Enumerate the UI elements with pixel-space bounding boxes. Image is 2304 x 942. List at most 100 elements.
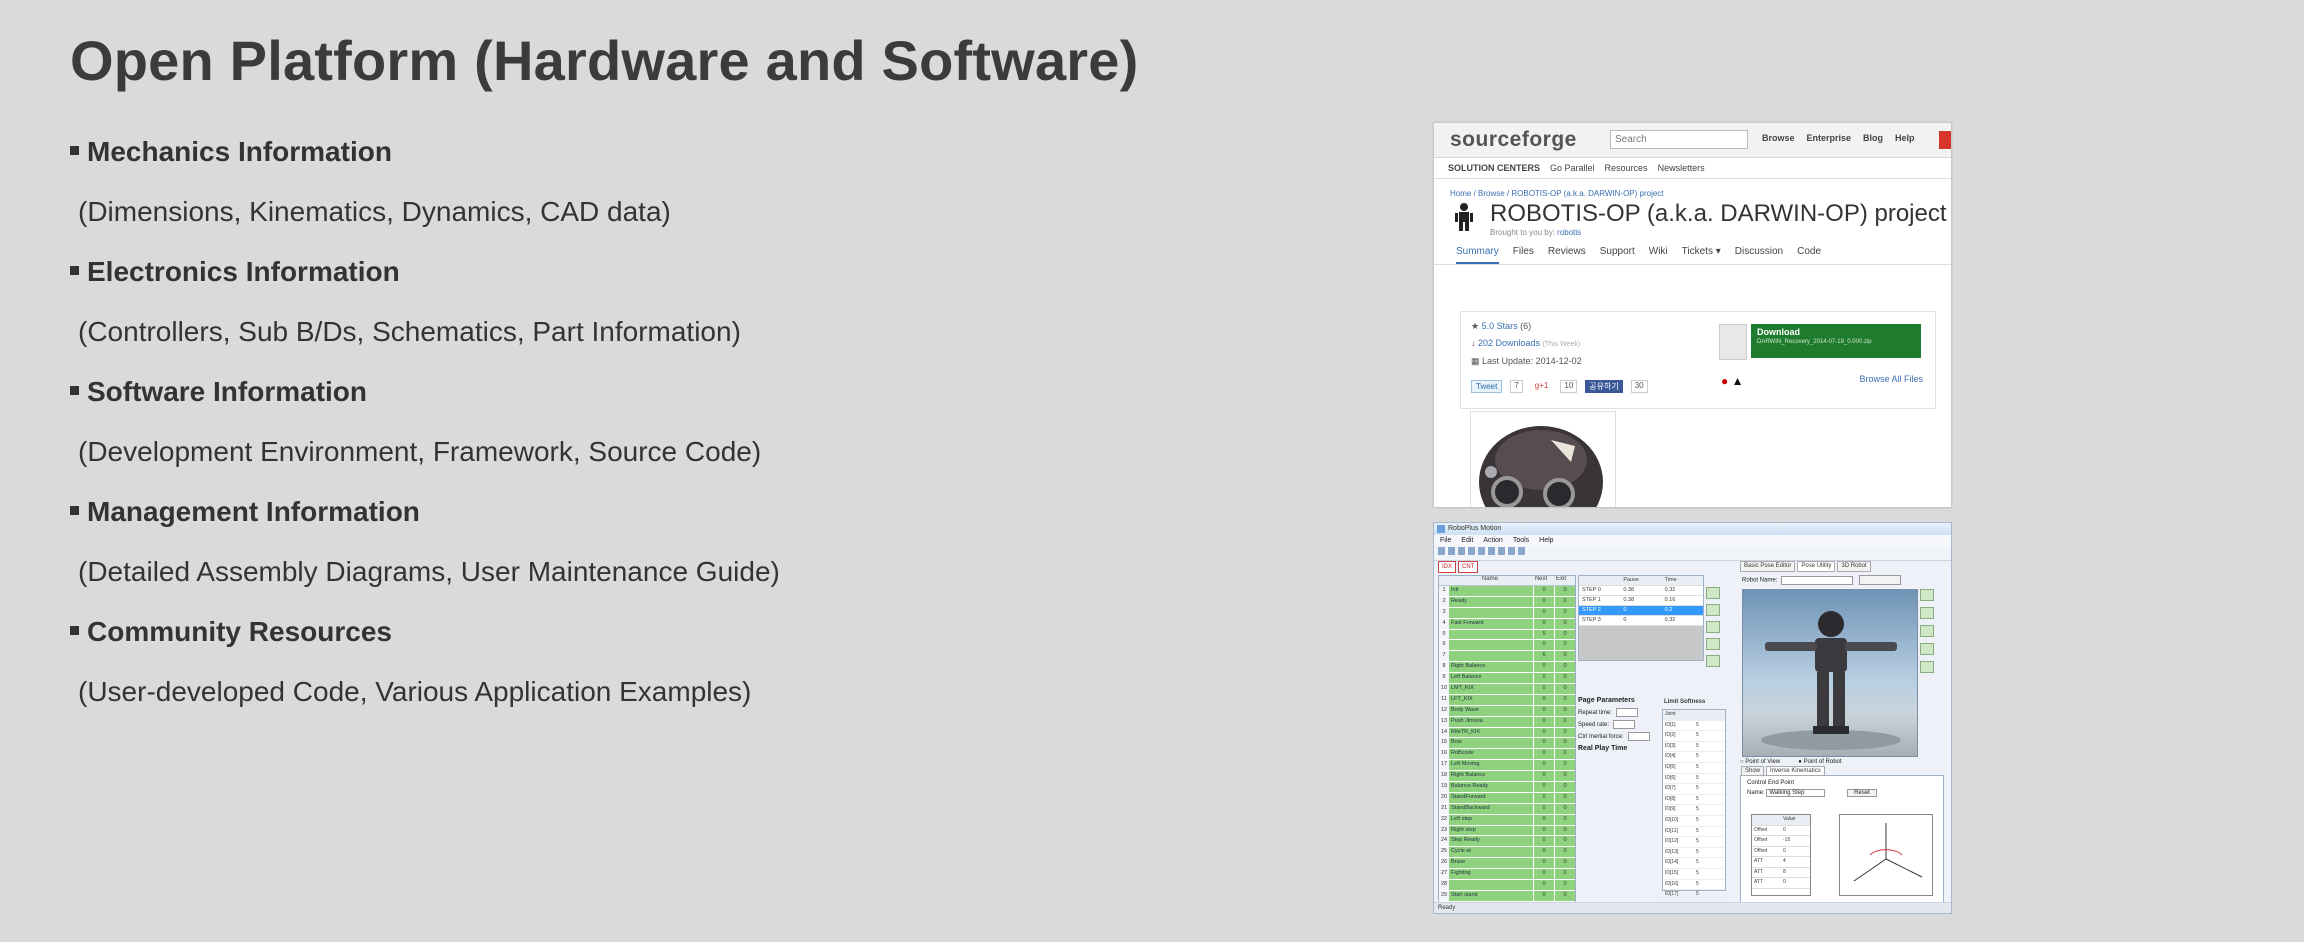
menu-file[interactable]: File	[1440, 535, 1451, 546]
add-step-icon[interactable]	[1706, 621, 1720, 633]
rotate-icon[interactable]	[1920, 625, 1934, 637]
joint-row[interactable]: ID[1] 5	[1663, 721, 1725, 732]
open-icon[interactable]	[1448, 547, 1455, 555]
sf-subnav-item[interactable]: Newsletters	[1658, 158, 1705, 178]
page-row[interactable]: 14 RiteTR_KIX 0 0	[1439, 727, 1575, 739]
sf-stars-link[interactable]: 5.0 Stars	[1482, 321, 1518, 331]
page-row[interactable]: 29 Start stand 0 0	[1439, 890, 1575, 902]
joint-row[interactable]: ID[15] 5	[1663, 869, 1725, 880]
play-icon[interactable]	[1508, 547, 1515, 555]
value-row[interactable]: ATT 0	[1752, 878, 1810, 889]
page-row[interactable]: 1 Init 0 0	[1439, 586, 1575, 597]
sf-logo[interactable]: sourceforge	[1450, 128, 1577, 152]
sf-downloads-link[interactable]: 202 Downloads	[1478, 338, 1540, 348]
repeat-time-input[interactable]	[1616, 707, 1639, 717]
tab-3d-robot[interactable]: 3D Robot	[1837, 561, 1871, 572]
ctrl-inertial-input[interactable]	[1627, 731, 1650, 741]
tab-idx[interactable]: IDX	[1438, 561, 1457, 573]
sf-tab-support[interactable]: Support	[1600, 240, 1635, 264]
step-row-selected[interactable]: STEP 2 0 0.2	[1579, 606, 1703, 616]
sf-tab-files[interactable]: Files	[1513, 240, 1534, 264]
joint-row[interactable]: ID[5] 5	[1663, 763, 1725, 774]
page-row[interactable]: 550	[1439, 629, 1575, 641]
page-row[interactable]: 6 00	[1439, 640, 1575, 652]
sf-tab-wiki[interactable]: Wiki	[1649, 240, 1668, 264]
tab-cnt[interactable]: CNT	[1458, 561, 1479, 573]
point-of-view-option[interactable]: ○ Point of View	[1740, 759, 1780, 765]
value-row[interactable]: Offset 0	[1752, 826, 1810, 836]
joint-row[interactable]: ID[16] 5	[1663, 880, 1725, 891]
value-row[interactable]: Offset 0	[1752, 847, 1810, 857]
tweet-button[interactable]: Tweet	[1471, 380, 1503, 393]
facebook-share-button[interactable]: 공유하기	[1585, 380, 1623, 393]
page-row[interactable]: 17 Left Moving 0 0	[1439, 760, 1575, 772]
page-row[interactable]: 25 Cycle at 0 0	[1439, 847, 1575, 859]
zoom-in-icon[interactable]	[1920, 589, 1934, 601]
sf-breadcrumb[interactable]: Home / Browse / ROBOTIS-OP (a.k.a. DARWI…	[1434, 179, 1951, 198]
sf-nav-help[interactable]: Help	[1895, 133, 1915, 143]
joint-row[interactable]: ID[13] 5	[1663, 848, 1725, 859]
page-row[interactable]: 16 RoBcode 0 0	[1439, 749, 1575, 761]
joint-row[interactable]: ID[8] 5	[1663, 795, 1725, 806]
arrow-down-icon[interactable]	[1706, 604, 1720, 616]
page-row[interactable]: 27 Fighting 0 0	[1439, 869, 1575, 881]
value-row[interactable]: ATT 8	[1752, 868, 1810, 878]
download-button[interactable]: Download DARWIN_Recovery_2014-07-18_0.00…	[1751, 324, 1921, 358]
page-row[interactable]: 21 StandBackward 0 0	[1439, 803, 1575, 815]
joint-row[interactable]: ID[14] 5	[1663, 858, 1725, 869]
page-row[interactable]: 12 Body Wave 0 0	[1439, 705, 1575, 717]
sf-subnav-item[interactable]: SOLUTION CENTERS	[1448, 158, 1540, 178]
sf-tab-code[interactable]: Code	[1797, 240, 1821, 264]
step-row[interactable]: STEP 1 0.38 0.16	[1579, 596, 1703, 606]
page-row[interactable]: 10 LMT_KIX 0 0	[1439, 684, 1575, 695]
step-row[interactable]: STEP 0 0.38 0.32	[1579, 586, 1703, 596]
new-icon[interactable]	[1438, 547, 1445, 555]
sf-tab-discussion[interactable]: Discussion	[1735, 240, 1783, 264]
zoom-out-icon[interactable]	[1920, 607, 1934, 619]
sf-subnav-item[interactable]: Go Parallel	[1550, 158, 1595, 178]
page-row[interactable]: 28 0 0	[1439, 880, 1575, 891]
gplus-button[interactable]: g+1	[1531, 380, 1553, 393]
value-row[interactable]: Offset -15	[1752, 836, 1810, 847]
tab-inverse-kinematics[interactable]: Inverse Kinematics	[1766, 766, 1825, 776]
arrow-up-icon[interactable]	[1706, 587, 1720, 599]
cut-icon[interactable]	[1478, 547, 1485, 555]
sf-nav-blog[interactable]: Blog	[1863, 133, 1883, 143]
page-row[interactable]: 11 LFT_KIX 0 0	[1439, 694, 1575, 706]
joint-row[interactable]: ID[10] 5	[1663, 816, 1725, 827]
joint-row[interactable]: ID[3] 5	[1663, 742, 1725, 753]
sf-nav-enterprise[interactable]: Enterprise	[1807, 133, 1852, 143]
sf-tab-summary[interactable]: Summary	[1456, 240, 1499, 264]
robot-head-thumbnail[interactable]	[1470, 411, 1616, 507]
page-row[interactable]: 22 Left step 0 0	[1439, 814, 1575, 826]
add-pose-button[interactable]	[1859, 575, 1902, 585]
menu-tools[interactable]: Tools	[1513, 535, 1529, 546]
sf-red-tab[interactable]	[1939, 131, 1951, 149]
step-grid[interactable]: Pause Time STEP 0 0.38 0.32 STEP 1 0.38 0.16…	[1578, 575, 1704, 661]
menu-action[interactable]: Action	[1483, 535, 1502, 546]
menu-help[interactable]: Help	[1539, 535, 1553, 546]
page-row[interactable]: 26 Brave 0 0	[1439, 858, 1575, 870]
speed-rate-input[interactable]	[1613, 719, 1636, 729]
name-select[interactable]: Walking Step	[1766, 789, 1826, 797]
reset-button[interactable]: Reset	[1847, 789, 1877, 797]
page-row[interactable]: 3 00	[1439, 607, 1575, 619]
copy-step-icon[interactable]	[1706, 655, 1720, 667]
page-row[interactable]: 7 60	[1439, 651, 1575, 663]
sf-tab-tickets[interactable]: Tickets ▾	[1682, 240, 1721, 264]
reset-view-icon[interactable]	[1920, 661, 1934, 673]
page-row[interactable]: 15 Bow 0 0	[1439, 738, 1575, 750]
page-row[interactable]: 18 Right Balance 0 0	[1439, 771, 1575, 783]
sf-nav-browse[interactable]: Browse	[1762, 133, 1795, 143]
page-row[interactable]: 8 Right Balance 0 0	[1439, 662, 1575, 674]
pan-icon[interactable]	[1920, 643, 1934, 655]
joint-row[interactable]: ID[17] 5	[1663, 890, 1725, 901]
page-list-grid[interactable]: Name Next Exit 1 Init 0 0 2 Ready 0 0 3 0 0 4 Fast F…	[1438, 575, 1576, 903]
page-row[interactable]: 20 StandForward 0 0	[1439, 792, 1575, 804]
save-icon[interactable]	[1458, 547, 1465, 555]
page-row[interactable]: 13 Push Jimnoa 0 0	[1439, 716, 1575, 728]
tab-basic-pose-editor[interactable]: Basic Pose Editor	[1740, 561, 1796, 572]
value-table[interactable]: Value Offset 0 Offset -15 Offset 0 ATT 4 ATT 8 ATT…	[1751, 814, 1811, 896]
delete-step-icon[interactable]	[1706, 638, 1720, 650]
stop-icon[interactable]	[1518, 547, 1525, 555]
